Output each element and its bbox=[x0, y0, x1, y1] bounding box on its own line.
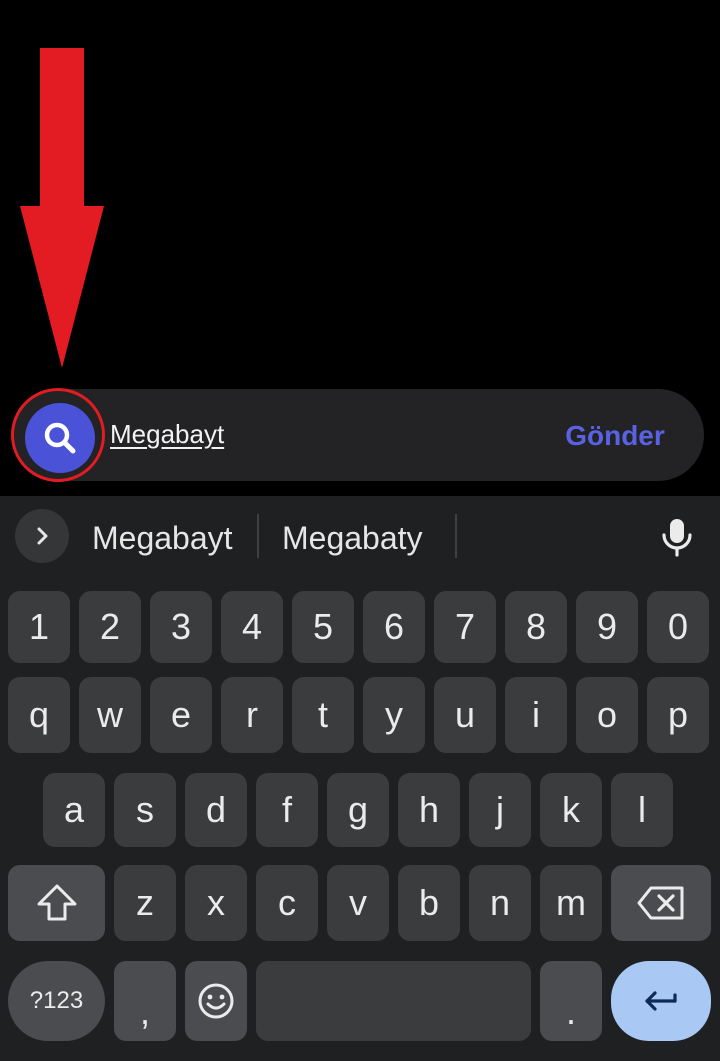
backspace-key[interactable] bbox=[611, 865, 711, 941]
suggestion-divider bbox=[455, 514, 457, 558]
key-f[interactable]: f bbox=[256, 773, 318, 847]
key-u[interactable]: u bbox=[434, 677, 496, 753]
microphone-icon bbox=[662, 519, 692, 557]
symbols-key[interactable]: ?123 bbox=[8, 961, 105, 1041]
key-p[interactable]: p bbox=[647, 677, 709, 753]
key-9[interactable]: 9 bbox=[576, 591, 638, 663]
search-icon bbox=[44, 422, 76, 454]
key-g[interactable]: g bbox=[327, 773, 389, 847]
annotation-arrow bbox=[20, 48, 104, 368]
key-7[interactable]: 7 bbox=[434, 591, 496, 663]
send-button[interactable]: Gönder bbox=[540, 412, 690, 460]
suggestion-1[interactable]: Megabayt bbox=[92, 518, 233, 558]
key-4[interactable]: 4 bbox=[221, 591, 283, 663]
emoji-key[interactable] bbox=[185, 961, 247, 1041]
key-k[interactable]: k bbox=[540, 773, 602, 847]
key-2[interactable]: 2 bbox=[79, 591, 141, 663]
key-o[interactable]: o bbox=[576, 677, 638, 753]
emoji-icon bbox=[198, 983, 234, 1019]
comma-key[interactable]: , bbox=[114, 961, 176, 1041]
key-1[interactable]: 1 bbox=[8, 591, 70, 663]
key-a[interactable]: a bbox=[43, 773, 105, 847]
shift-icon bbox=[37, 884, 76, 921]
key-t[interactable]: t bbox=[292, 677, 354, 753]
shift-key[interactable] bbox=[8, 865, 105, 941]
key-i[interactable]: i bbox=[505, 677, 567, 753]
suggestion-2[interactable]: Megabaty bbox=[282, 518, 423, 558]
key-d[interactable]: d bbox=[185, 773, 247, 847]
period-key[interactable]: . bbox=[540, 961, 602, 1041]
key-8[interactable]: 8 bbox=[505, 591, 567, 663]
key-5[interactable]: 5 bbox=[292, 591, 354, 663]
key-w[interactable]: w bbox=[79, 677, 141, 753]
key-r[interactable]: r bbox=[221, 677, 283, 753]
key-b[interactable]: b bbox=[398, 865, 460, 941]
voice-input-button[interactable] bbox=[652, 510, 702, 564]
key-m[interactable]: m bbox=[540, 865, 602, 941]
key-v[interactable]: v bbox=[327, 865, 389, 941]
key-s[interactable]: s bbox=[114, 773, 176, 847]
key-c[interactable]: c bbox=[256, 865, 318, 941]
space-key[interactable] bbox=[256, 961, 531, 1041]
search-button[interactable] bbox=[25, 403, 95, 473]
suggestion-divider bbox=[257, 514, 259, 558]
key-x[interactable]: x bbox=[185, 865, 247, 941]
key-3[interactable]: 3 bbox=[150, 591, 212, 663]
key-q[interactable]: q bbox=[8, 677, 70, 753]
key-h[interactable]: h bbox=[398, 773, 460, 847]
suggestions-expand-button[interactable] bbox=[15, 509, 69, 563]
key-z[interactable]: z bbox=[114, 865, 176, 941]
key-y[interactable]: y bbox=[363, 677, 425, 753]
key-6[interactable]: 6 bbox=[363, 591, 425, 663]
backspace-icon bbox=[637, 886, 684, 920]
key-e[interactable]: e bbox=[150, 677, 212, 753]
enter-key[interactable] bbox=[611, 961, 711, 1041]
keyboard: Megabayt Megabaty 1 2 3 4 5 6 7 8 9 0 q … bbox=[0, 496, 720, 1061]
key-j[interactable]: j bbox=[469, 773, 531, 847]
key-l[interactable]: l bbox=[611, 773, 673, 847]
message-input-text[interactable]: Megabayt bbox=[110, 419, 224, 450]
key-n[interactable]: n bbox=[469, 865, 531, 941]
enter-icon bbox=[645, 991, 677, 1011]
screen: Megabayt Gönder Megabayt Megabaty 1 2 3 … bbox=[0, 0, 720, 1061]
chevron-right-icon bbox=[37, 527, 48, 545]
key-0[interactable]: 0 bbox=[647, 591, 709, 663]
